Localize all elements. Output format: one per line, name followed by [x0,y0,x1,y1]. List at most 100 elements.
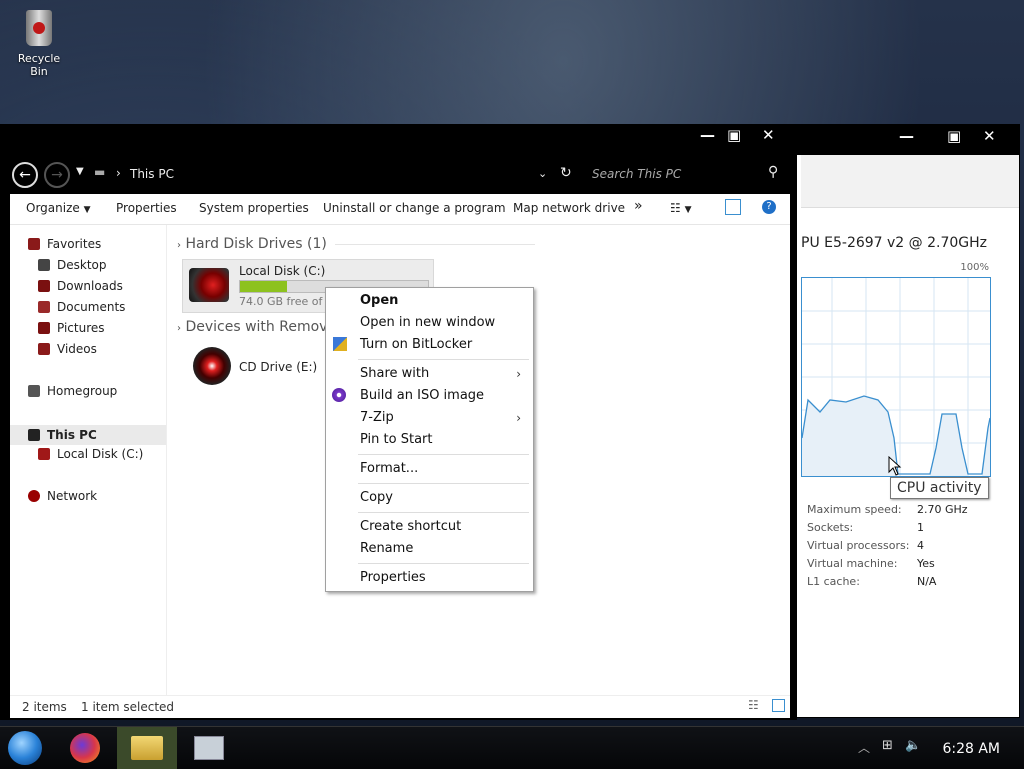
search-input[interactable]: Search This PC [592,167,681,181]
menu-item-format[interactable]: Format... [360,461,418,476]
menu-item-7zip[interactable]: 7-Zip [360,410,394,425]
nav-item-network[interactable]: Network [28,489,97,503]
nav-item-favorites[interactable]: Favorites [28,237,101,251]
local-disk-name: Local Disk (C:) [239,264,326,278]
nav-item-local-disk[interactable]: Local Disk (C:) [38,447,143,461]
info-value: 2.70 GHz [917,503,968,516]
task-manager-window[interactable]: — ▣ ✕ PU E5-2697 v2 @ 2.70GHz 100% Maxim… [790,124,1020,718]
system-clock[interactable]: 6:28 AM [942,741,1000,757]
task-manager-titlebar[interactable]: — ▣ ✕ [791,125,1019,155]
preview-pane-icon[interactable] [725,199,741,215]
cd-drive-tile[interactable]: CD Drive (E:) [189,343,339,391]
removable-devices-header[interactable]: › Devices with Removab [177,319,345,335]
info-key: Maximum speed: [807,503,902,516]
cpu-activity-tooltip: CPU activity [890,477,989,499]
nav-item-this-pc[interactable]: This PC [10,425,166,445]
network-icon [28,490,40,502]
task-manager-tabs-area [801,155,1019,208]
nav-label: Network [47,489,98,503]
recent-dropdown-icon[interactable]: ▼ [76,166,84,177]
menu-item-rename[interactable]: Rename [360,541,413,556]
menu-separator [358,483,529,484]
task-manager-taskbar-button[interactable] [182,727,232,769]
nav-item-homegroup[interactable]: Homegroup [28,384,117,398]
cpu-graph-max-label: 100% [960,262,989,273]
map-network-drive-button[interactable]: Map network drive [513,201,625,215]
videos-icon [38,343,50,355]
info-row: L1 cache: N/A [807,575,968,593]
organize-button[interactable]: Organize ▼ [26,201,91,215]
network-status-icon[interactable]: ⊞ [882,738,893,753]
task-manager-icon [194,736,224,760]
address-dropdown-icon[interactable]: ⌄ [538,167,547,180]
back-arrow-icon[interactable]: ← [12,162,38,188]
help-icon[interactable]: ? [762,200,776,214]
recycle-bin-icon[interactable]: Recycle Bin [8,8,70,78]
menu-item-properties[interactable]: Properties [360,570,426,585]
menu-item-open-new-window[interactable]: Open in new window [360,315,495,330]
maximize-icon[interactable]: ▣ [727,126,741,144]
nav-label: Videos [57,342,97,356]
nav-label: Favorites [47,237,102,251]
cd-drive-label: CD Drive (E:) [239,360,318,374]
info-key: Sockets: [807,521,854,534]
firefox-taskbar-button[interactable] [62,727,110,769]
forward-arrow-icon[interactable]: → [44,162,70,188]
minimize-icon[interactable]: — [899,127,914,145]
maximize-icon[interactable]: ▣ [947,127,961,145]
view-options-icon[interactable]: ☷ ▼ [670,201,692,215]
system-properties-button[interactable]: System properties [199,201,309,215]
menu-item-build-iso[interactable]: Build an ISO image [360,388,484,403]
explorer-titlebar[interactable]: — ▣ ✕ [0,124,797,154]
cpu-activity-graph[interactable] [801,277,991,477]
desktop-icon [38,259,50,271]
info-key: Virtual machine: [807,557,898,570]
item-count: 2 items [22,700,67,714]
address-bar: ← → ▼ ▬ › This PC ⌄ ↻ Search This PC ⚲ [10,160,790,188]
breadcrumb[interactable]: This PC [130,167,174,181]
hard-disk-drives-header[interactable]: › Hard Disk Drives (1) [177,236,535,252]
navigation-pane: Favorites Desktop Downloads Documents Pi… [10,225,167,695]
more-commands-button[interactable]: » [634,198,643,214]
nav-label: Local Disk (C:) [57,447,144,461]
details-view-icon[interactable]: ☷ [748,698,759,712]
minimize-icon[interactable]: — [700,126,715,144]
nav-item-pictures[interactable]: Pictures [38,321,105,335]
file-explorer-taskbar-button[interactable] [117,727,177,769]
documents-icon [38,301,50,313]
nav-item-videos[interactable]: Videos [38,342,97,356]
menu-item-pin-to-start[interactable]: Pin to Start [360,432,432,447]
info-value: N/A [917,575,937,588]
nav-label: Pictures [57,321,105,335]
menu-item-open[interactable]: Open [360,293,398,308]
menu-item-create-shortcut[interactable]: Create shortcut [360,519,461,534]
trash-icon [26,10,52,46]
large-icons-view-icon[interactable] [772,699,785,712]
nav-label: This PC [47,428,97,442]
volume-icon[interactable]: 🔈 [905,738,921,753]
search-icon[interactable]: ⚲ [768,164,778,180]
info-row: Sockets: 1 [807,521,968,539]
nav-label: Downloads [57,279,123,293]
recycle-bin-label: Recycle Bin [17,52,61,78]
menu-item-bitlocker[interactable]: Turn on BitLocker [360,337,472,352]
info-value: 1 [917,521,924,534]
nav-item-documents[interactable]: Documents [38,300,125,314]
hard-drive-icon [189,268,229,302]
start-button[interactable] [6,727,46,769]
close-icon[interactable]: ✕ [983,127,996,145]
refresh-icon[interactable]: ↻ [560,165,572,181]
menu-separator [358,454,529,455]
show-hidden-icons-chevron[interactable]: ︿ [858,739,870,756]
group-label: Hard Disk Drives (1) [185,236,327,252]
info-row: Maximum speed: 2.70 GHz [807,503,968,521]
properties-button[interactable]: Properties [116,201,177,215]
nav-item-downloads[interactable]: Downloads [38,279,123,293]
homegroup-icon [28,385,40,397]
uninstall-program-button[interactable]: Uninstall or change a program [323,201,506,215]
menu-item-share-with[interactable]: Share with [360,366,429,381]
close-icon[interactable]: ✕ [762,126,775,144]
chevron-down-icon: ▼ [83,205,91,215]
menu-item-copy[interactable]: Copy [360,490,393,505]
nav-item-desktop[interactable]: Desktop [38,258,107,272]
